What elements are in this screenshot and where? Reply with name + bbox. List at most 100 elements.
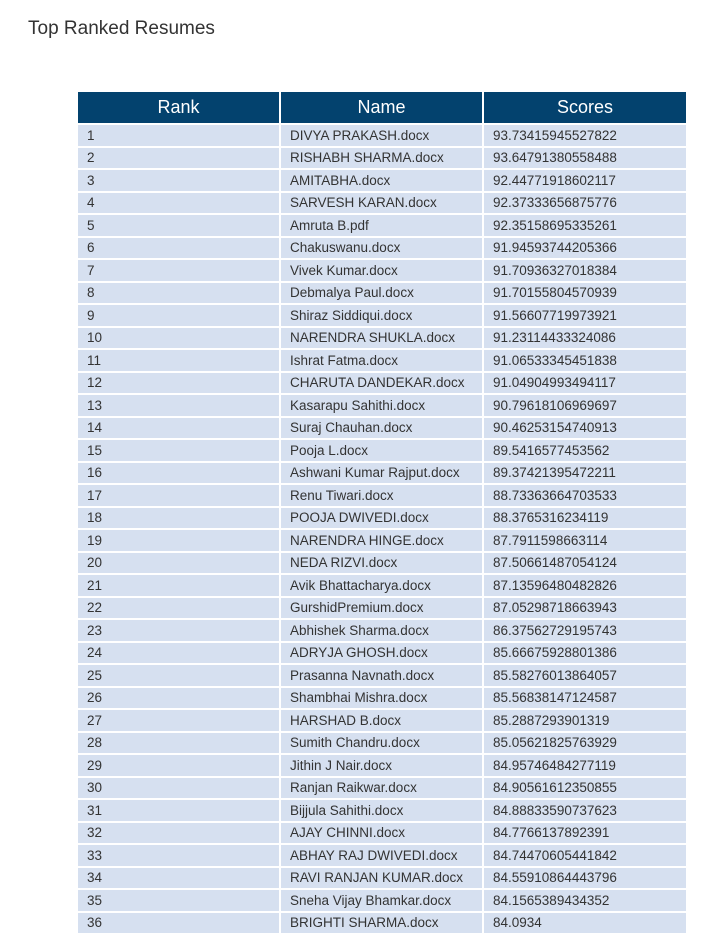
table-row[interactable]: 20 NEDA RIZVI.docx 87.50661487054124	[78, 550, 686, 575]
name-cell: Ranjan Raikwar.docx	[279, 775, 484, 800]
score-cell: 89.5416577453562	[482, 438, 686, 463]
rank-cell: 14	[78, 415, 281, 440]
rank-cell: 25	[78, 663, 281, 688]
rank-cell: 2	[78, 145, 281, 170]
table-row[interactable]: 19 NARENDRA HINGE.docx 87.7911598663114	[78, 528, 686, 553]
table-row[interactable]: 8 Debmalya Paul.docx 91.70155804570939	[78, 280, 686, 305]
score-cell: 85.66675928801386	[482, 640, 686, 665]
rank-cell: 20	[78, 550, 281, 575]
table-row[interactable]: 14 Suraj Chauhan.docx 90.46253154740913	[78, 415, 686, 440]
table-header: Rank Name Scores	[78, 92, 686, 125]
name-cell: AJAY CHINNI.docx	[279, 820, 484, 845]
table-row[interactable]: 16 Ashwani Kumar Rajput.docx 89.3742139547…	[78, 460, 686, 485]
score-cell: 91.04904993494117	[482, 370, 686, 395]
table-row[interactable]: 1 DIVYA PRAKASH.docx 93.73415945527822	[78, 123, 686, 148]
table-row[interactable]: 17 Renu Tiwari.docx 88.73363664703533	[78, 483, 686, 508]
name-cell: DIVYA PRAKASH.docx	[279, 123, 484, 148]
rank-cell: 17	[78, 483, 281, 508]
table-body: 1 DIVYA PRAKASH.docx 93.73415945527822 2 RIS…	[78, 123, 686, 935]
table-row[interactable]: 12 CHARUTA DANDEKAR.docx 91.04904993494117	[78, 370, 686, 395]
name-cell: Ashwani Kumar Rajput.docx	[279, 460, 484, 485]
table-row[interactable]: 13 Kasarapu Sahithi.docx 90.79618106969697	[78, 393, 686, 418]
header-row: Rank Name Scores	[78, 92, 686, 125]
score-cell: 84.7766137892391	[482, 820, 686, 845]
name-cell: Abhishek Sharma.docx	[279, 618, 484, 643]
table-row[interactable]: 7 Vivek Kumar.docx 91.70936327018384	[78, 258, 686, 283]
score-cell: 84.95746484277119	[482, 753, 686, 778]
table-row[interactable]: 5 Amruta B.pdf 92.35158695335261	[78, 213, 686, 238]
table-row[interactable]: 22 GurshidPremium.docx 87.05298718663943	[78, 595, 686, 620]
table-row[interactable]: 6 Chakuswanu.docx 91.94593744205366	[78, 235, 686, 260]
column-header-name[interactable]: Name	[279, 92, 484, 125]
rank-cell: 33	[78, 843, 281, 868]
table-row[interactable]: 3 AMITABHA.docx 92.44771918602117	[78, 168, 686, 193]
table-row[interactable]: 25 Prasanna Navnath.docx 85.58276013864057	[78, 663, 686, 688]
name-cell: Sneha Vijay Bhamkar.docx	[279, 888, 484, 913]
score-cell: 91.23114433324086	[482, 325, 686, 350]
rank-cell: 4	[78, 190, 281, 215]
table-row[interactable]: 18 POOJA DWIVEDI.docx 88.3765316234119	[78, 505, 686, 530]
table-row[interactable]: 32 AJAY CHINNI.docx 84.7766137892391	[78, 820, 686, 845]
rank-cell: 13	[78, 393, 281, 418]
table-row[interactable]: 21 Avik Bhattacharya.docx 87.1359648048282…	[78, 573, 686, 598]
rank-cell: 21	[78, 573, 281, 598]
name-cell: Renu Tiwari.docx	[279, 483, 484, 508]
name-cell: Avik Bhattacharya.docx	[279, 573, 484, 598]
name-cell: Pooja L.docx	[279, 438, 484, 463]
table-row[interactable]: 31 Bijjula Sahithi.docx 84.88833590737623	[78, 798, 686, 823]
rank-cell: 16	[78, 460, 281, 485]
score-cell: 91.94593744205366	[482, 235, 686, 260]
rank-cell: 24	[78, 640, 281, 665]
table-row[interactable]: 4 SARVESH KARAN.docx 92.37333656875776	[78, 190, 686, 215]
score-cell: 92.37333656875776	[482, 190, 686, 215]
table-row[interactable]: 23 Abhishek Sharma.docx 86.37562729195743	[78, 618, 686, 643]
table-row[interactable]: 27 HARSHAD B.docx 85.2887293901319	[78, 708, 686, 733]
rank-cell: 34	[78, 865, 281, 890]
score-cell: 88.3765316234119	[482, 505, 686, 530]
table-row[interactable]: 26 Shambhai Mishra.docx 85.56838147124587	[78, 685, 686, 710]
rank-cell: 19	[78, 528, 281, 553]
table-row[interactable]: 10 NARENDRA SHUKLA.docx 91.23114433324086	[78, 325, 686, 350]
table-row[interactable]: 24 ADRYJA GHOSH.docx 85.66675928801386	[78, 640, 686, 665]
table-row[interactable]: 11 Ishrat Fatma.docx 91.06533345451838	[78, 348, 686, 373]
rank-cell: 28	[78, 730, 281, 755]
name-cell: Shiraz Siddiqui.docx	[279, 303, 484, 328]
name-cell: CHARUTA DANDEKAR.docx	[279, 370, 484, 395]
table-row[interactable]: 34 RAVI RANJAN KUMAR.docx 84.5591086444379…	[78, 865, 686, 890]
rank-cell: 11	[78, 348, 281, 373]
table-row[interactable]: 30 Ranjan Raikwar.docx 84.90561612350855	[78, 775, 686, 800]
rank-cell: 7	[78, 258, 281, 283]
table-row[interactable]: 29 Jithin J Nair.docx 84.95746484277119	[78, 753, 686, 778]
score-cell: 84.1565389434352	[482, 888, 686, 913]
score-cell: 92.35158695335261	[482, 213, 686, 238]
column-header-scores[interactable]: Scores	[482, 92, 686, 125]
rank-cell: 5	[78, 213, 281, 238]
rank-cell: 29	[78, 753, 281, 778]
table-row[interactable]: 28 Sumith Chandru.docx 85.05621825763929	[78, 730, 686, 755]
score-cell: 90.79618106969697	[482, 393, 686, 418]
table-row[interactable]: 9 Shiraz Siddiqui.docx 91.56607719973921	[78, 303, 686, 328]
table-row[interactable]: 2 RISHABH SHARMA.docx 93.64791380558488	[78, 145, 686, 170]
name-cell: NARENDRA HINGE.docx	[279, 528, 484, 553]
name-cell: AMITABHA.docx	[279, 168, 484, 193]
table-row[interactable]: 15 Pooja L.docx 89.5416577453562	[78, 438, 686, 463]
name-cell: GurshidPremium.docx	[279, 595, 484, 620]
table-row[interactable]: 35 Sneha Vijay Bhamkar.docx 84.15653894343…	[78, 888, 686, 913]
table-row[interactable]: 33 ABHAY RAJ DWIVEDI.docx 84.7447060544184…	[78, 843, 686, 868]
score-cell: 84.88833590737623	[482, 798, 686, 823]
score-cell: 85.05621825763929	[482, 730, 686, 755]
score-cell: 88.73363664703533	[482, 483, 686, 508]
name-cell: Suraj Chauhan.docx	[279, 415, 484, 440]
name-cell: Chakuswanu.docx	[279, 235, 484, 260]
column-header-rank[interactable]: Rank	[78, 92, 281, 125]
score-cell: 87.7911598663114	[482, 528, 686, 553]
name-cell: Jithin J Nair.docx	[279, 753, 484, 778]
score-cell: 91.06533345451838	[482, 348, 686, 373]
rank-cell: 9	[78, 303, 281, 328]
name-cell: Amruta B.pdf	[279, 213, 484, 238]
name-cell: Shambhai Mishra.docx	[279, 685, 484, 710]
rank-cell: 3	[78, 168, 281, 193]
name-cell: SARVESH KARAN.docx	[279, 190, 484, 215]
name-cell: Bijjula Sahithi.docx	[279, 798, 484, 823]
score-cell: 87.50661487054124	[482, 550, 686, 575]
